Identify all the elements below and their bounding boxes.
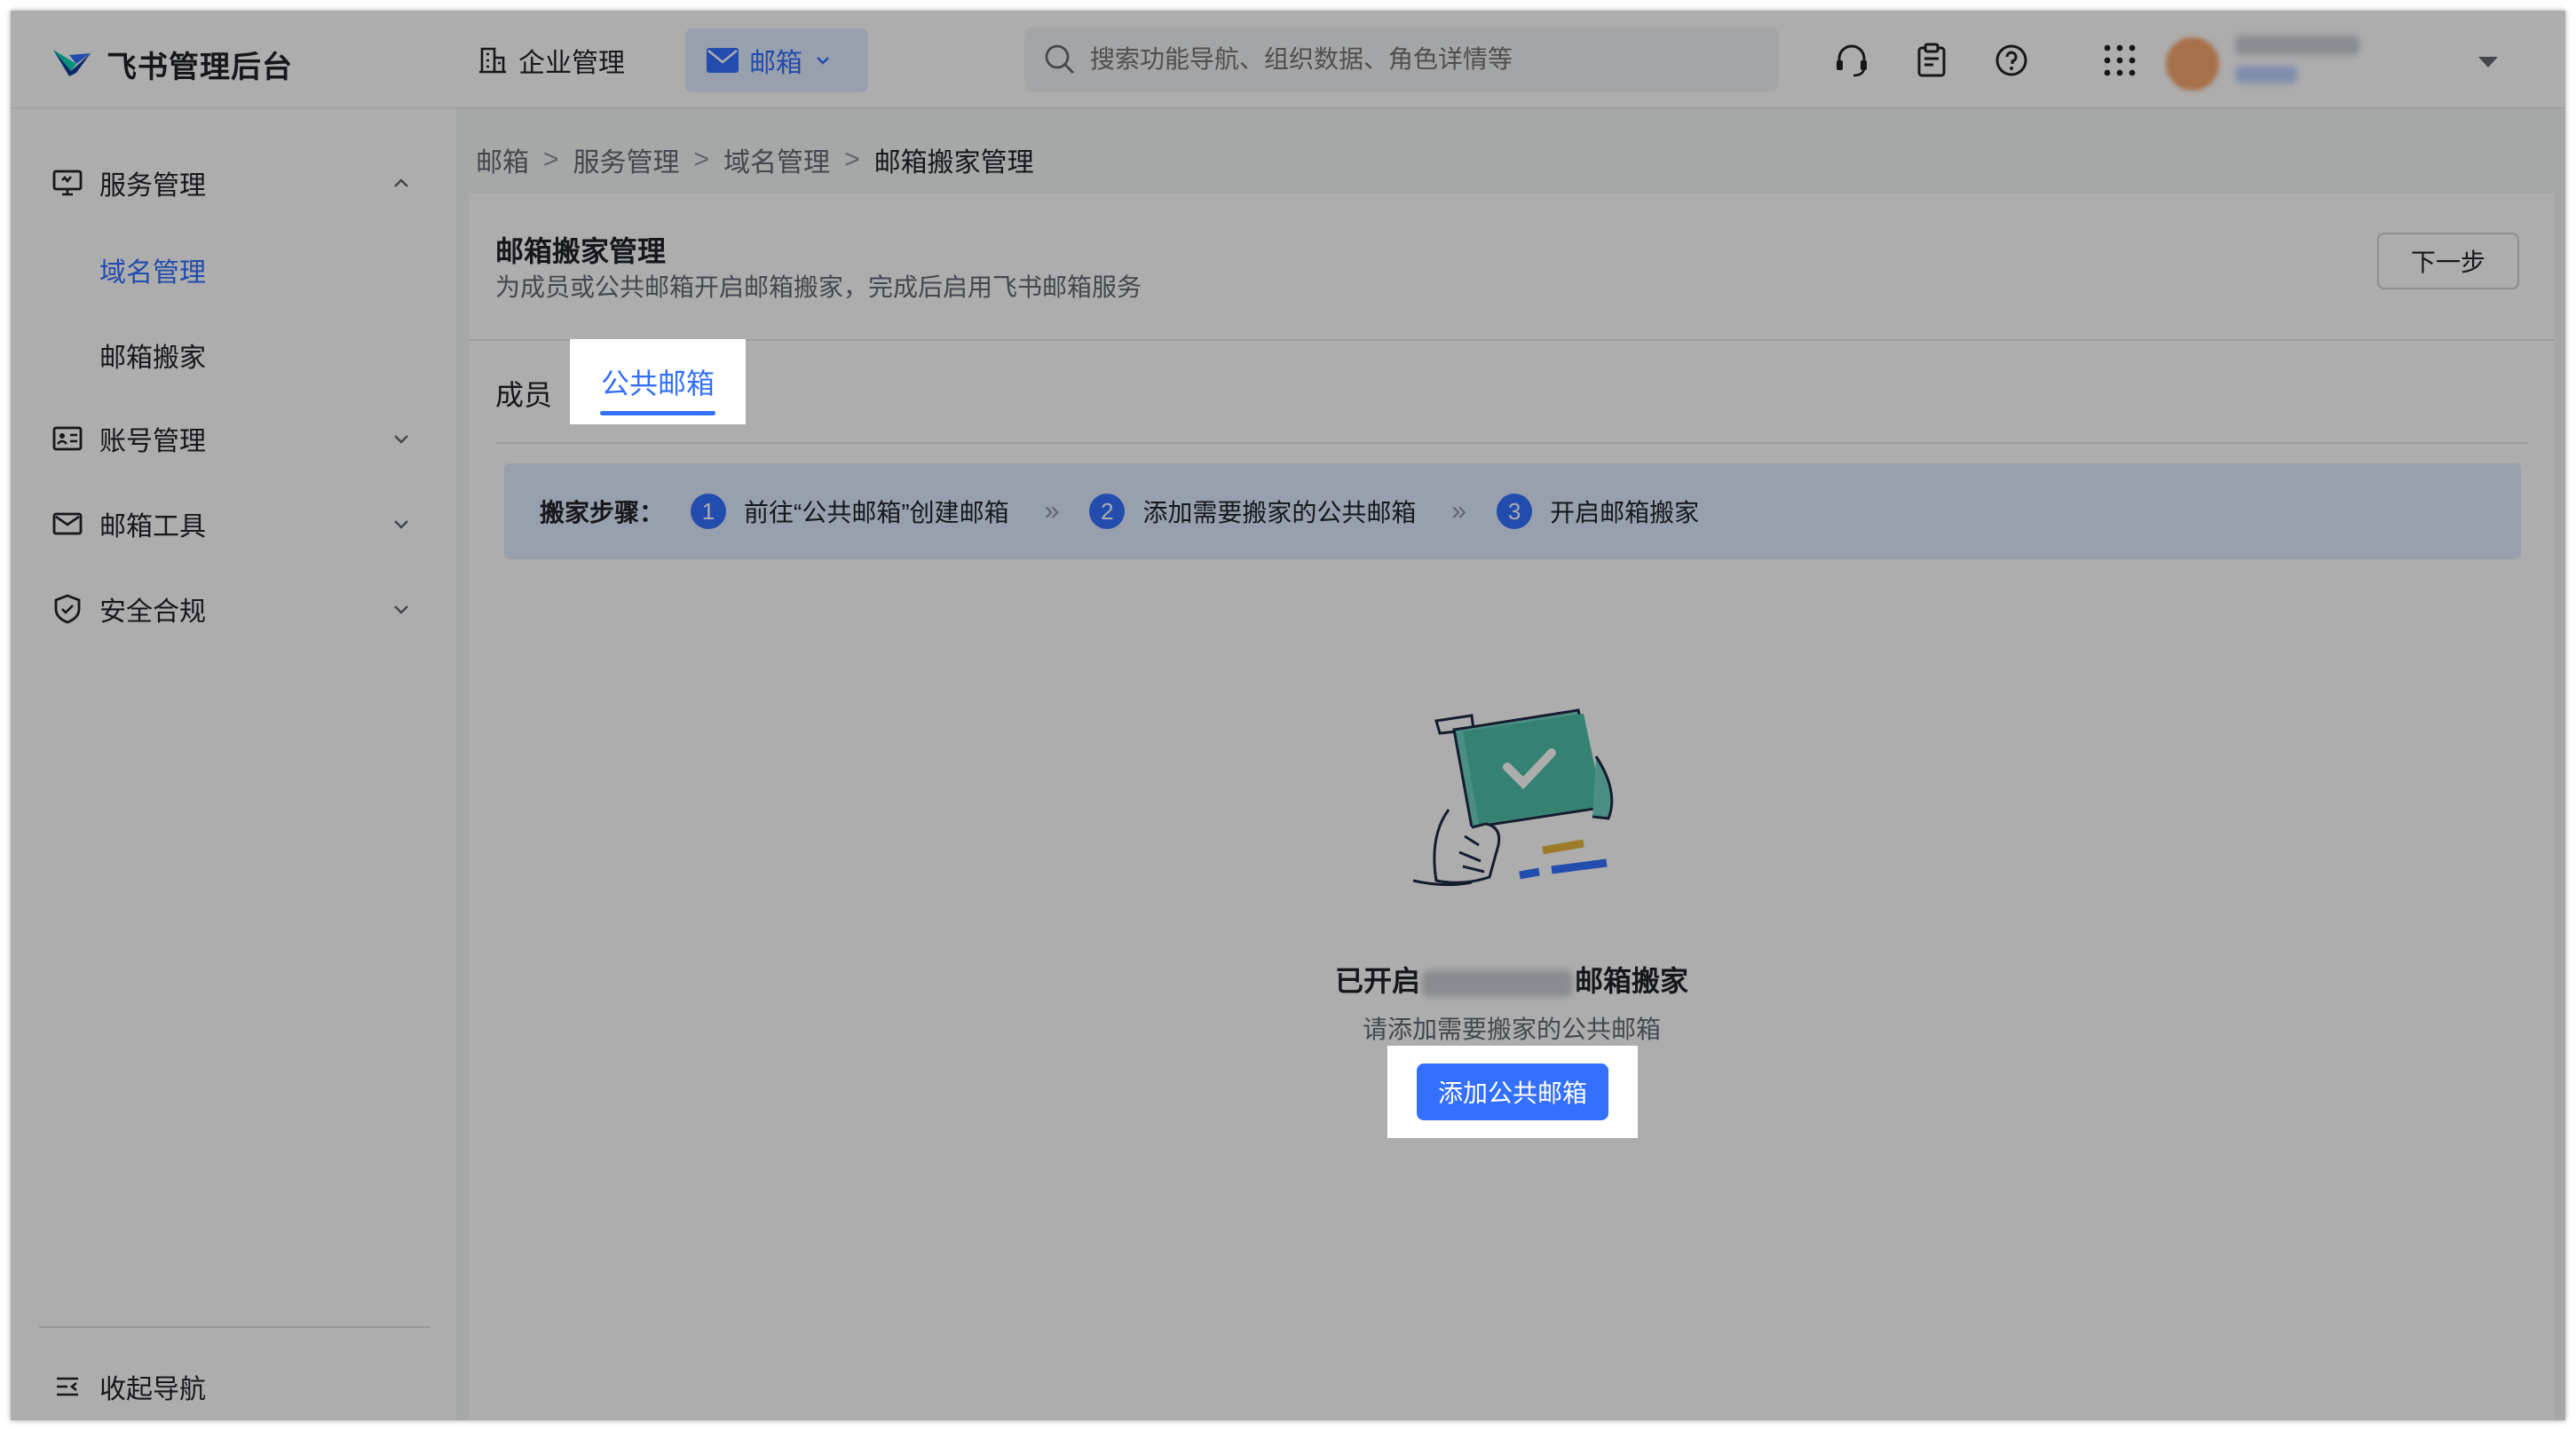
top-header: 飞书管理后台 企业管理 邮箱 xyxy=(11,11,2565,108)
mail-product-switcher[interactable]: 邮箱 xyxy=(685,28,868,92)
sidebar-item-service-management[interactable]: 服务管理 xyxy=(11,147,456,218)
tab-bar: 成员 公共邮箱 xyxy=(495,344,2528,444)
sidebar-item-label: 账号管理 xyxy=(99,427,206,456)
mail-product-label: 邮箱 xyxy=(749,49,802,78)
step-number: 1 xyxy=(691,494,727,529)
highlight-public-mailbox-tab: 公共邮箱 xyxy=(570,339,746,424)
enterprise-management-button[interactable]: 企业管理 xyxy=(463,28,639,92)
empty-title-prefix: 已开启 xyxy=(1334,965,1420,997)
envelope-icon xyxy=(52,512,83,535)
tab-members[interactable]: 成员 xyxy=(495,344,552,442)
chevron-down-icon xyxy=(817,57,829,65)
app-grid-icon[interactable] xyxy=(2100,41,2139,80)
global-search[interactable] xyxy=(1024,27,1779,92)
sidebar-item-domain-management[interactable]: 域名管理 xyxy=(99,250,206,289)
app-root: 飞书管理后台 企业管理 邮箱 搜索功能导航、组织数据、角色详情等 服务管理 域名… xyxy=(11,11,2565,1420)
step-text: 前往“公共邮箱”创建邮箱 xyxy=(744,499,1009,526)
account-dropdown-icon[interactable] xyxy=(2478,57,2498,67)
search-icon xyxy=(1045,44,1074,74)
breadcrumb-item[interactable]: 域名管理 xyxy=(723,140,830,179)
sidebar-item-label: 安全合规 xyxy=(99,597,206,627)
sidebar-item-account-management[interactable]: 账号管理 xyxy=(11,403,456,474)
content-card: 邮箱搬家管理 为成员或公共邮箱开启邮箱搬家，完成后启用飞书邮箱服务 下一步 成员… xyxy=(469,194,2555,1420)
step-number: 3 xyxy=(1497,494,1533,529)
breadcrumb-item[interactable]: 服务管理 xyxy=(573,140,680,179)
app-window: 飞书管理后台 企业管理 邮箱 搜索功能导航、组织数据、角色详情等 服务管理 域名… xyxy=(11,11,2565,1420)
breadcrumb-separator-icon: > xyxy=(844,145,860,174)
clipboard-icon[interactable] xyxy=(1912,41,1951,80)
mail-icon xyxy=(707,48,739,73)
step-text: 添加需要搬家的公共邮箱 xyxy=(1142,499,1417,526)
double-chevron-icon: » xyxy=(1451,496,1466,526)
sidebar-item-security-compliance[interactable]: 安全合规 xyxy=(11,573,456,644)
empty-title-suffix: 邮箱搬家 xyxy=(1575,965,1689,997)
chevron-down-icon xyxy=(394,605,408,614)
user-name-redacted xyxy=(2235,36,2359,55)
step-text: 开启邮箱搬家 xyxy=(1550,499,1700,526)
collapse-menu-icon xyxy=(57,1377,78,1396)
breadcrumb-separator-icon: > xyxy=(693,145,710,174)
page-title: 邮箱搬家管理 xyxy=(495,235,667,267)
sidebar: 服务管理 域名管理 邮箱搬家 账号管理 邮箱工具 安全合规 收起导航 xyxy=(11,108,456,1420)
collapse-nav-label: 收起导航 xyxy=(99,1375,206,1404)
empty-state-illustration xyxy=(1412,708,1614,887)
chevron-down-icon xyxy=(394,435,408,444)
main-content: 邮箱 > 服务管理 > 域名管理 > 邮箱搬家管理 邮箱搬家管理 为成员或公共邮… xyxy=(456,108,2565,1420)
enterprise-management-label: 企业管理 xyxy=(518,49,625,78)
breadcrumb: 邮箱 > 服务管理 > 域名管理 > 邮箱搬家管理 xyxy=(476,140,1034,179)
sidebar-item-label: 邮箱工具 xyxy=(99,512,206,542)
collapse-nav-button[interactable]: 收起导航 xyxy=(11,1351,456,1420)
app-title: 飞书管理后台 xyxy=(107,51,293,84)
divider xyxy=(469,339,2555,341)
page-subtitle: 为成员或公共邮箱开启邮箱搬家，完成后启用飞书邮箱服务 xyxy=(495,273,1142,301)
migration-steps-banner: 搬家步骤： 1 前往“公共邮箱”创建邮箱 » 2 添加需要搬家的公共邮箱 » 3… xyxy=(504,463,2521,559)
empty-state-title: 已开启 邮箱搬家 xyxy=(469,959,2555,1000)
sidebar-item-mailbox-tools[interactable]: 邮箱工具 xyxy=(11,488,456,559)
avatar[interactable] xyxy=(2166,37,2219,91)
chevron-down-icon xyxy=(394,520,408,529)
active-tab-indicator xyxy=(600,411,715,415)
step-number: 2 xyxy=(1089,494,1126,529)
id-card-icon xyxy=(52,426,83,451)
sidebar-item-mailbox-migration[interactable]: 邮箱搬家 xyxy=(99,336,206,375)
next-step-button[interactable]: 下一步 xyxy=(2377,233,2519,289)
customer-service-icon[interactable] xyxy=(1832,41,1871,80)
double-chevron-icon: » xyxy=(1044,496,1060,526)
empty-state-subtitle: 请添加需要搬家的公共邮箱 xyxy=(1362,1016,1661,1043)
chevron-up-icon xyxy=(394,178,408,187)
sidebar-divider xyxy=(39,1326,430,1328)
add-public-mailbox-button[interactable]: 添加公共邮箱 xyxy=(1417,1063,1608,1120)
service-monitor-icon xyxy=(52,170,83,196)
help-icon[interactable] xyxy=(1992,41,2031,80)
breadcrumb-item[interactable]: 邮箱 xyxy=(476,140,529,179)
breadcrumb-current: 邮箱搬家管理 xyxy=(873,148,1034,178)
sidebar-item-label: 服务管理 xyxy=(99,171,206,201)
search-input[interactable] xyxy=(1090,45,1765,74)
breadcrumb-separator-icon: > xyxy=(543,145,559,174)
user-tenant-redacted xyxy=(2235,66,2297,83)
domain-redacted xyxy=(1422,969,1573,997)
shield-icon xyxy=(54,594,81,624)
highlight-add-button: 添加公共邮箱 xyxy=(1387,1046,1638,1138)
steps-lead: 搬家步骤： xyxy=(540,499,665,526)
feishu-logo-icon xyxy=(53,46,96,76)
building-icon xyxy=(479,47,506,74)
